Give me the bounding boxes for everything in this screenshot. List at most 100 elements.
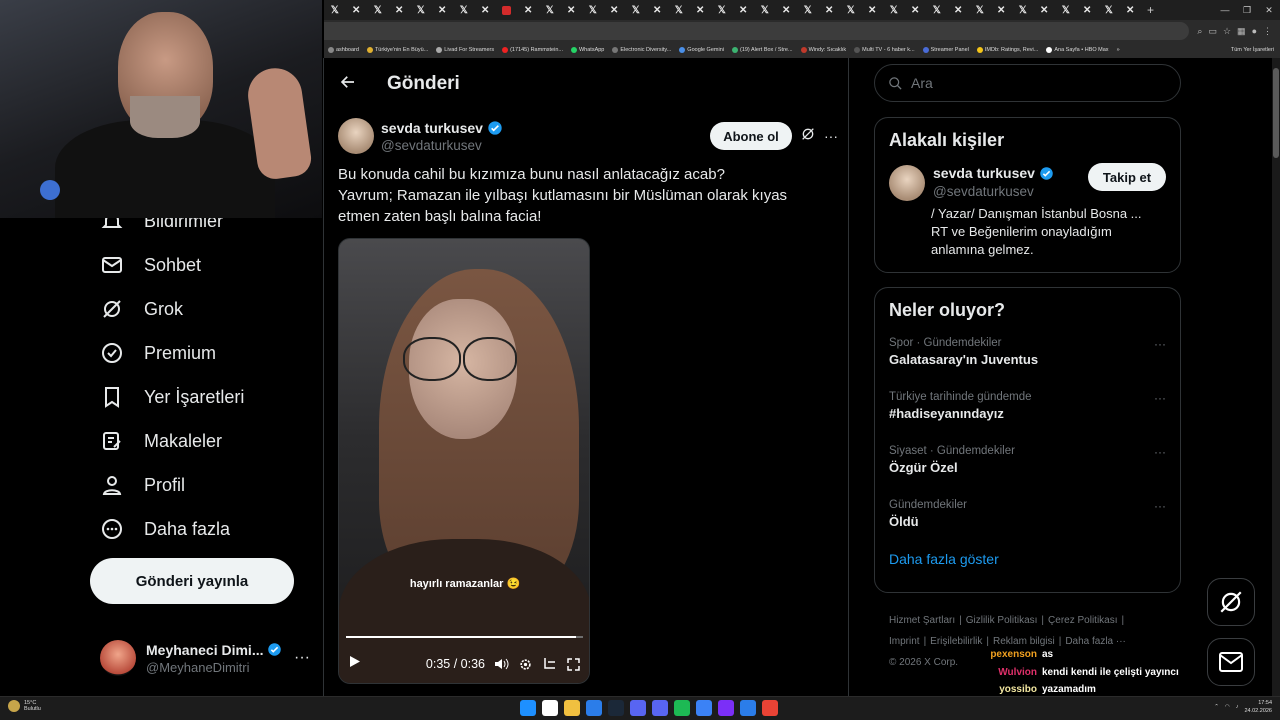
bookmark-item[interactable]: WhatsApp	[567, 47, 608, 53]
bookmark-item[interactable]: Streamer Panel	[919, 47, 973, 53]
browser-tab[interactable]: ✕	[690, 0, 712, 20]
bookmark-item[interactable]: Electronic Diversity...	[608, 47, 675, 53]
scrollbar[interactable]	[1272, 58, 1280, 696]
browser-tab[interactable]: ✕	[475, 0, 497, 20]
bookmark-item[interactable]: Multi TV - 6 haber k...	[850, 47, 918, 53]
browser-tab[interactable]: ✕	[432, 0, 454, 20]
taskbar-app-icon[interactable]	[520, 700, 536, 716]
more-icon[interactable]: ···	[1154, 391, 1166, 405]
author-name[interactable]: sevda turkusev	[381, 120, 483, 136]
browser-tab[interactable]: 𝕏	[883, 0, 905, 20]
browser-tab[interactable]: ✕	[1120, 0, 1142, 20]
browser-tab[interactable]: ✕	[862, 0, 884, 20]
trend-item[interactable]: Türkiye tarihinde gündemde #hadiseyanında…	[875, 385, 1180, 439]
browser-tab[interactable]: 𝕏	[1012, 0, 1034, 20]
browser-tab[interactable]: ✕	[776, 0, 798, 20]
taskbar-app-icon[interactable]	[696, 700, 712, 716]
install-icon[interactable]: ▭	[1208, 26, 1217, 37]
taskbar-app-icon[interactable]	[740, 700, 756, 716]
browser-tab[interactable]: ✕	[948, 0, 970, 20]
bookmark-item[interactable]: (17145) Rammstein...	[498, 47, 567, 53]
browser-tab[interactable]: 𝕏	[668, 0, 690, 20]
browser-tab[interactable]: 𝕏	[1055, 0, 1077, 20]
browser-tab[interactable]: ✕	[905, 0, 927, 20]
bookmark-item[interactable]: Google Gemini	[675, 47, 728, 53]
browser-tab[interactable]: ✕	[1034, 0, 1056, 20]
weather-widget[interactable]: 15°C Bulutlu	[8, 700, 41, 712]
taskbar-app-icon[interactable]	[762, 700, 778, 716]
nav-item[interactable]: Daha fazla	[100, 511, 230, 547]
browser-tab[interactable]: 𝕏	[969, 0, 991, 20]
nav-item[interactable]: Makaleler	[100, 423, 222, 459]
wifi-icon[interactable]: ◠	[1225, 704, 1230, 710]
trend-item[interactable]: Spor · Gündemdekiler Galatasaray'ın Juven…	[875, 331, 1180, 385]
account-switcher[interactable]: Meyhaneci Dimi... @MeyhaneDimitri ···	[100, 638, 310, 678]
browser-tab[interactable]: 𝕏	[367, 0, 389, 20]
browser-tab[interactable]: ✕	[518, 0, 540, 20]
browser-tab[interactable]: ✕	[819, 0, 841, 20]
browser-tab[interactable]: 𝕏	[711, 0, 733, 20]
speaker-icon[interactable]: ♪	[1236, 704, 1239, 710]
author-avatar[interactable]	[338, 118, 374, 154]
follow-button[interactable]: Takip et	[1088, 163, 1166, 191]
browser-tab[interactable]: 𝕏	[797, 0, 819, 20]
url-field[interactable]	[324, 22, 1190, 40]
minimize-icon[interactable]: —	[1214, 0, 1236, 20]
nav-item[interactable]: Yer İşaretleri	[100, 379, 244, 415]
related-name[interactable]: sevda turkusev	[933, 165, 1035, 181]
star-icon[interactable]: ☆	[1223, 26, 1231, 37]
bookmark-item[interactable]: Ana Sayfa • HBO Max	[1042, 47, 1112, 53]
taskbar-app-icon[interactable]	[542, 700, 558, 716]
tray-chevron-icon[interactable]: ⌃	[1214, 704, 1219, 710]
all-bookmarks[interactable]: Tüm Yer İşaretleri	[1227, 47, 1280, 53]
bookmark-item[interactable]: ashboard	[324, 47, 363, 53]
volume-icon[interactable]	[493, 657, 509, 671]
browser-tab[interactable]: ✕	[647, 0, 669, 20]
browser-tab[interactable]: ✕	[604, 0, 626, 20]
menu-icon[interactable]: ⋮	[1263, 26, 1272, 37]
video-player[interactable]: hayırlı ramazanlar 😉 0:35 / 0:36	[338, 238, 590, 684]
related-handle[interactable]: @sevdaturkusev	[933, 184, 1088, 199]
trend-item[interactable]: Siyaset · Gündemdekiler Özgür Özel ···	[875, 439, 1180, 493]
taskbar-app-icon[interactable]	[586, 700, 602, 716]
browser-tab[interactable]: ✕	[1077, 0, 1099, 20]
browser-tab[interactable]: 𝕏	[926, 0, 948, 20]
taskbar-app-icon[interactable]	[652, 700, 668, 716]
browser-tab[interactable]: 𝕏	[324, 0, 346, 20]
extensions-icon[interactable]: ▦	[1237, 26, 1246, 37]
bookmark-item[interactable]: Livad For Streamers	[432, 47, 498, 53]
browser-tab[interactable]: 𝕏	[1098, 0, 1120, 20]
browser-tab[interactable]: 𝕏	[539, 0, 561, 20]
footer-link[interactable]: Hizmet Şartları	[889, 615, 955, 626]
browser-tab[interactable]: 𝕏	[410, 0, 432, 20]
picture-in-picture-icon[interactable]	[541, 657, 557, 671]
new-tab-button[interactable]: +	[1141, 3, 1160, 17]
browser-tab[interactable]: ✕	[561, 0, 583, 20]
restore-icon[interactable]: ❐	[1236, 0, 1258, 20]
footer-link[interactable]: Gizlilik Politikası	[966, 615, 1038, 626]
grok-icon[interactable]	[800, 126, 818, 147]
more-icon[interactable]: ···	[1154, 445, 1166, 459]
zoom-icon[interactable]: ⌕	[1197, 26, 1202, 37]
taskbar-app-icon[interactable]	[630, 700, 646, 716]
bookmark-item[interactable]: (19) Alert Box / Stre...	[728, 47, 797, 53]
play-icon[interactable]	[349, 655, 363, 673]
browser-tab[interactable]: 𝕏	[754, 0, 776, 20]
bookmark-item[interactable]: Türkiye'nin En Büyü...	[363, 47, 432, 53]
browser-tab[interactable]: ✕	[346, 0, 368, 20]
more-icon[interactable]: ···	[1154, 337, 1166, 351]
nav-item[interactable]: Sohbet	[100, 247, 201, 283]
browser-tab[interactable]: 𝕏	[625, 0, 647, 20]
browser-tab[interactable]: 𝕏	[582, 0, 604, 20]
author-handle[interactable]: @sevdaturkusev	[381, 138, 710, 153]
footer-link[interactable]: Erişilebilirlik	[930, 636, 982, 647]
browser-tab[interactable]: ✕	[733, 0, 755, 20]
subscribe-button[interactable]: Abone ol	[710, 122, 792, 150]
profile-icon[interactable]: ●	[1252, 26, 1257, 37]
taskbar-app-icon[interactable]	[674, 700, 690, 716]
settings-icon[interactable]	[517, 658, 533, 671]
taskbar-app-icon[interactable]	[608, 700, 624, 716]
show-more-link[interactable]: Daha fazla göster	[875, 551, 1180, 567]
browser-tab[interactable]: 𝕏	[840, 0, 862, 20]
fullscreen-icon[interactable]	[565, 657, 581, 671]
